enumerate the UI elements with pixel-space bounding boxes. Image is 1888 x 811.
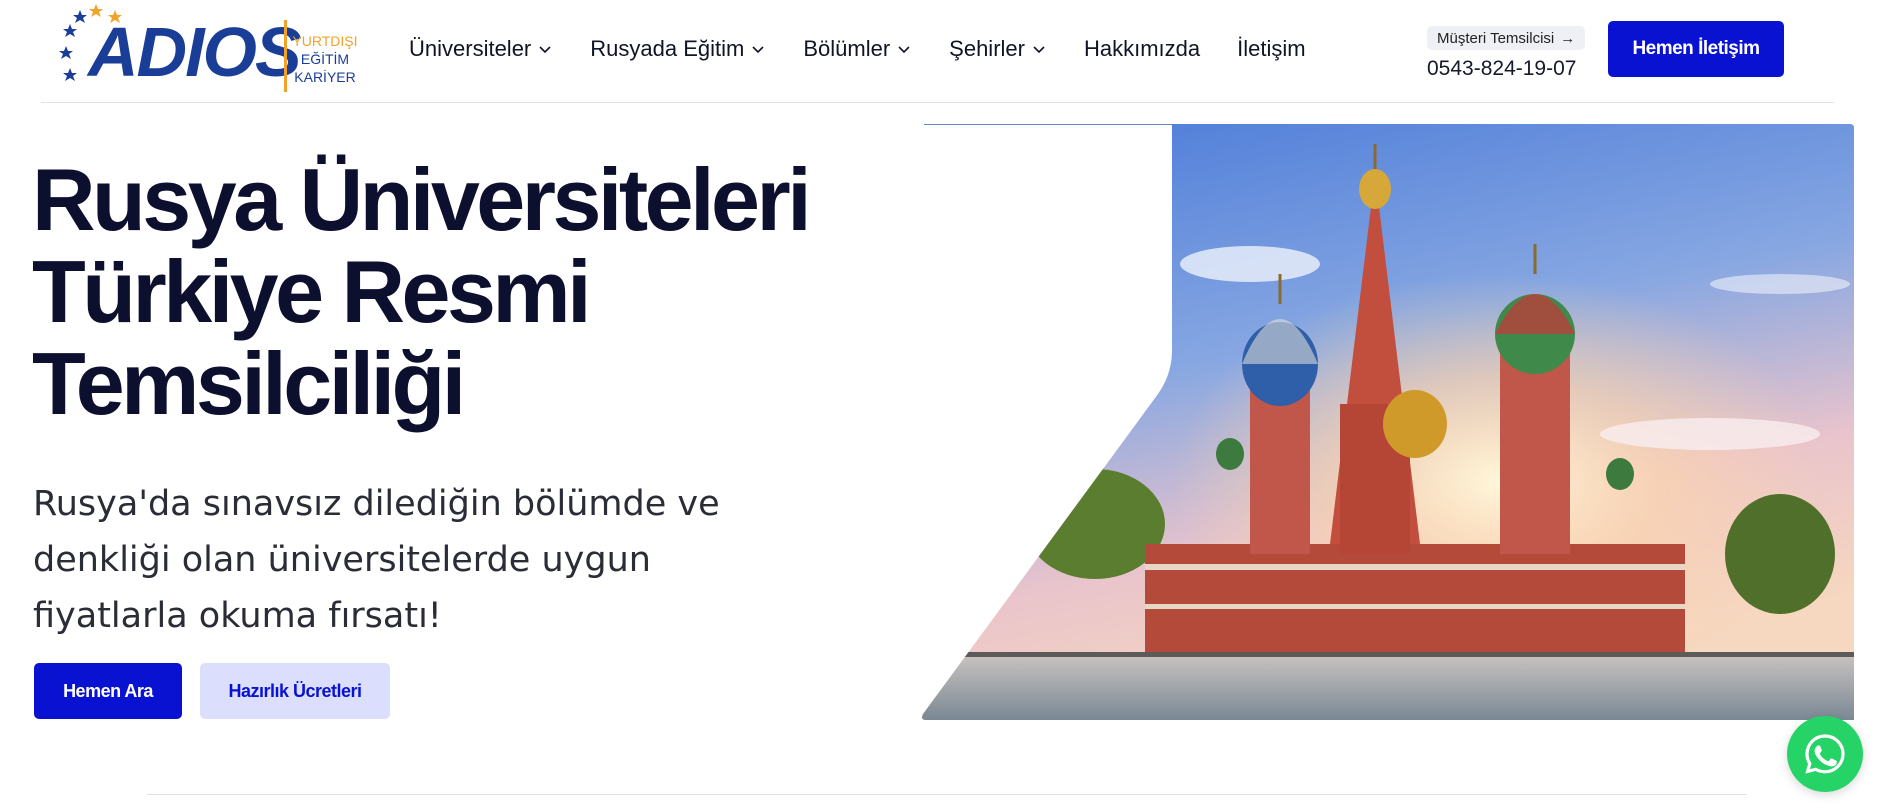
hero-image-saint-basils-cathedral [922,124,1854,720]
nav-item-sehirler[interactable]: Şehirler [949,36,1046,62]
main-nav: Üniversiteler Rusyada Eğitim Bölümler Şe… [409,34,1343,64]
logo-wordmark: ADIOS [88,13,302,91]
nav-item-label: Şehirler [949,36,1025,61]
hero-title-line: Rusya Üniversiteleri [32,150,812,249]
call-now-button[interactable]: Hemen Ara [34,663,182,719]
nav-item-label: İletişim [1237,36,1306,61]
contact-now-button[interactable]: Hemen İletişim [1608,21,1784,77]
phone-number[interactable]: 0543-824-19-07 [1427,57,1585,81]
nav-item-label: Bölümler [803,36,891,61]
nav-item-universiteler[interactable]: Üniversiteler [409,36,552,62]
chevron-down-icon [898,46,910,54]
hero-title-line: Temsilciliği [32,334,466,433]
whatsapp-button[interactable] [1787,716,1863,792]
chevron-down-icon [1033,46,1045,54]
site-logo[interactable]: ADIOS YURTDIŞI EĞİTİM KARİYER [58,2,358,94]
chevron-down-icon [752,46,764,54]
hero-title: Rusya Üniversiteleri Türkiye Resmi Temsi… [32,154,852,430]
nav-item-label: Üniversiteler [409,36,532,61]
nav-item-hakkimizda[interactable]: Hakkımızda [1084,36,1200,62]
customer-rep-link[interactable]: Müşteri Temsilcisi → [1427,26,1586,50]
header-divider [41,102,1834,103]
prep-fees-button[interactable]: Hazırlık Ücretleri [200,663,390,719]
nav-item-label: Hakkımızda [1083,36,1201,61]
logo-divider [284,20,287,92]
section-divider [147,794,1747,795]
nav-item-label: Rusyada Eğitim [590,36,745,61]
nav-item-iletisim[interactable]: İletişim [1237,36,1305,62]
arrow-right-icon: → [1560,29,1576,47]
hero-subtitle: Rusya'da sınavsız dilediğin bölümde ve d… [33,484,720,636]
logo-tagline: YURTDIŞI EĞİTİM KARİYER [290,32,360,86]
site-header: ADIOS YURTDIŞI EĞİTİM KARİYER Üniversite… [0,0,1888,103]
customer-rep-label: Müşteri Temsilcisi [1437,29,1555,47]
nav-item-rusyada-egitim[interactable]: Rusyada Eğitim [590,36,765,62]
logo-tagline-3: KARİYER [294,69,356,85]
chevron-down-icon [539,46,551,54]
nav-item-bolumler[interactable]: Bölümler [803,36,911,62]
hero-title-line: Türkiye Resmi [32,242,592,341]
whatsapp-icon [1805,734,1845,774]
logo-tagline-1: YURTDIŞI [292,33,358,49]
logo-tagline-2: EĞİTİM [300,51,350,67]
customer-rep: Müşteri Temsilcisi → 0543-824-19-07 [1427,26,1586,81]
